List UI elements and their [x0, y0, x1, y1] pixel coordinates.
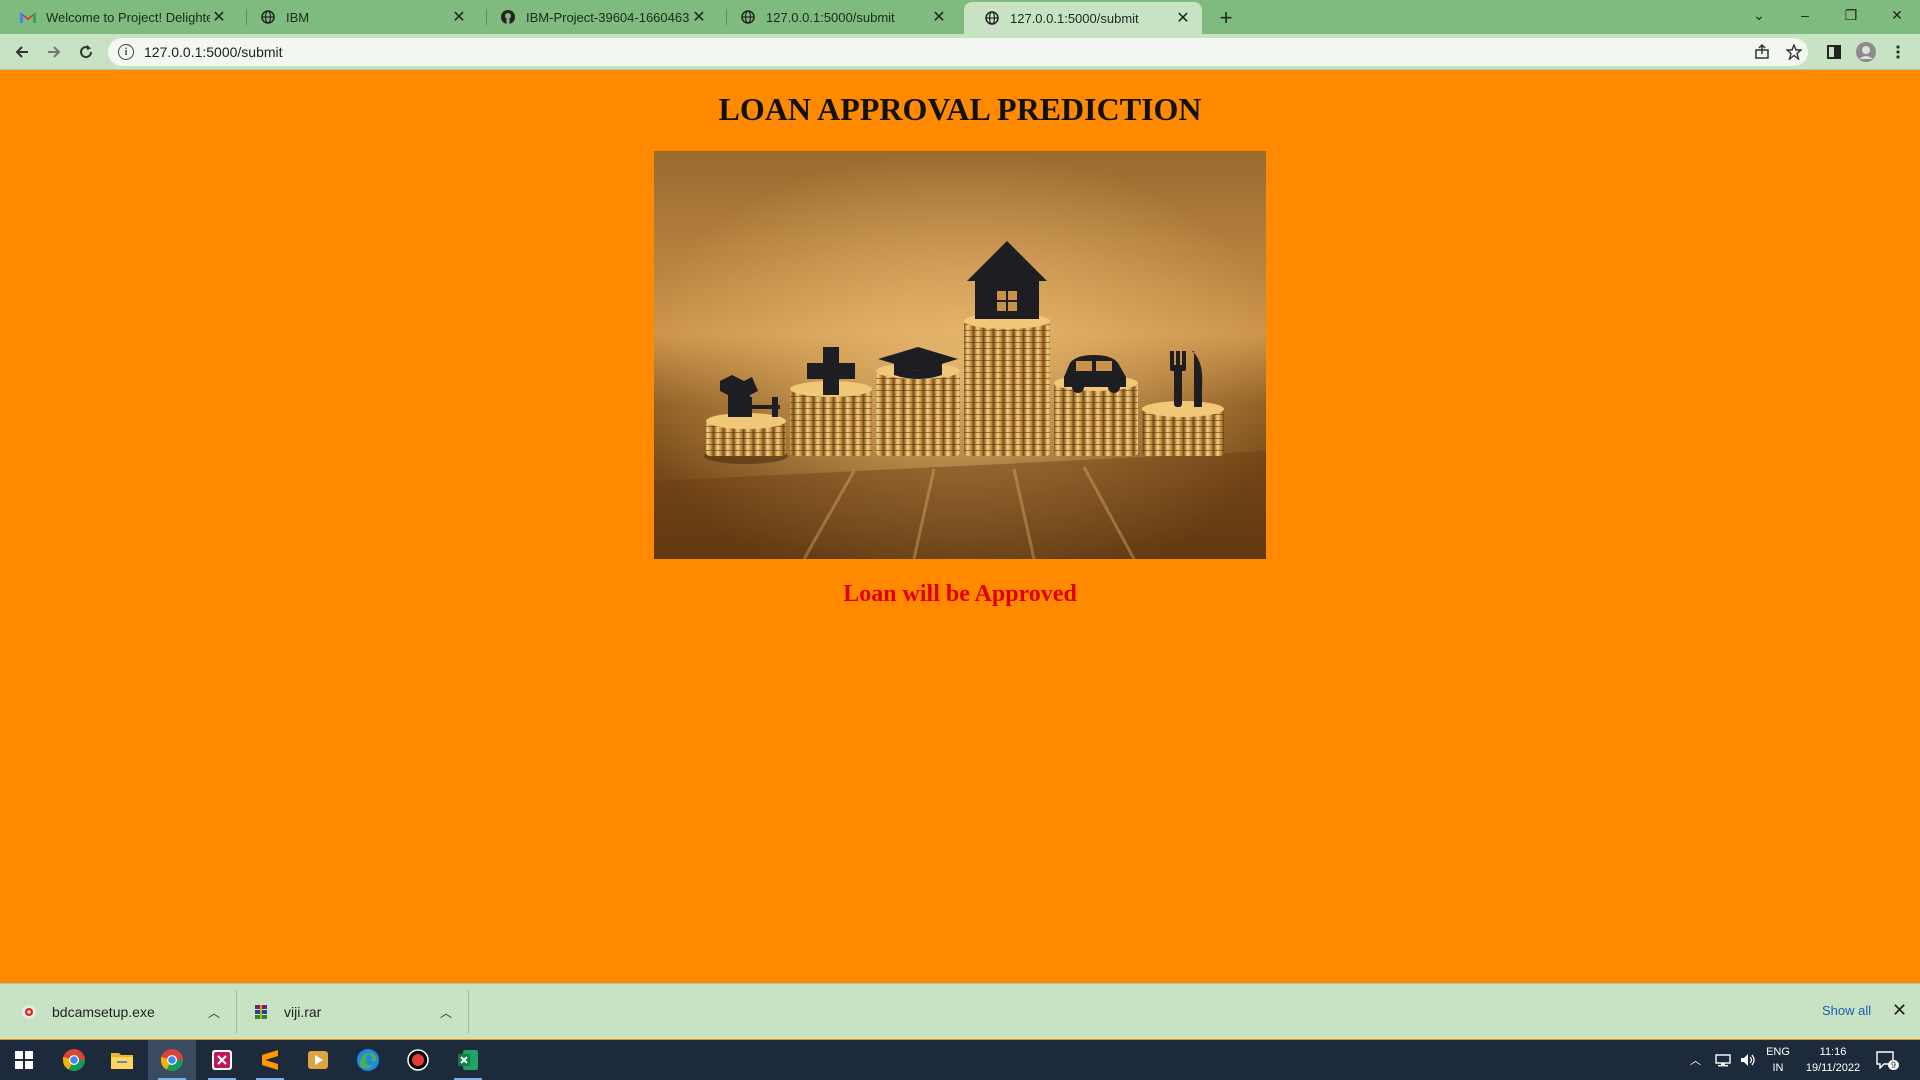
- tab-close-icon[interactable]: ✕: [210, 8, 228, 26]
- start-button[interactable]: [0, 1040, 48, 1080]
- chevron-up-icon[interactable]: ︿: [208, 1004, 220, 1021]
- download-separator: [236, 990, 237, 1034]
- edge-browser-icon[interactable]: [344, 1040, 392, 1080]
- tab-ibm[interactable]: IBM ✕: [240, 0, 478, 34]
- tab-search-icon[interactable]: ⌄: [1736, 0, 1782, 30]
- bandicam-icon: [20, 1003, 38, 1021]
- url-text: 127.0.0.1:5000/submit: [144, 44, 283, 60]
- clock-time: 11:16: [1819, 1046, 1847, 1058]
- loan-hero-image: [654, 151, 1266, 559]
- language-code: ENG: [1766, 1046, 1790, 1058]
- restore-button[interactable]: ❐: [1828, 0, 1874, 30]
- tab-close-icon[interactable]: ✕: [1174, 9, 1192, 27]
- download-filename: viji.rar: [284, 1004, 322, 1020]
- share-icon[interactable]: [1752, 42, 1772, 62]
- download-item[interactable]: viji.rar ︿: [252, 984, 452, 1040]
- region-code: IN: [1772, 1062, 1784, 1074]
- tab-close-icon[interactable]: ✕: [930, 8, 948, 26]
- show-all-downloads-link[interactable]: Show all: [1822, 1003, 1871, 1018]
- globe-icon: [740, 9, 756, 25]
- tray-chevron-icon[interactable]: ︿: [1690, 1040, 1701, 1080]
- download-bar: bdcamsetup.exe ︿ viji.rar ︿ Show all ✕: [0, 983, 1920, 1039]
- bookmark-star-icon[interactable]: [1784, 42, 1804, 62]
- clock-date: 19/11/2022: [1805, 1062, 1861, 1074]
- screen-recorder-icon[interactable]: [394, 1040, 442, 1080]
- chevron-up-icon[interactable]: ︿: [440, 1004, 452, 1021]
- tab-title: IBM-Project-39604-1660463929/: [526, 9, 690, 25]
- notification-center-icon[interactable]: 9: [1876, 1040, 1900, 1080]
- back-arrow-icon: [15, 46, 28, 58]
- prediction-result: Loan will be Approved: [843, 581, 1077, 607]
- tab-strip: Welcome to Project! Delighted to ✕ IBM ✕…: [0, 0, 1920, 34]
- volume-icon[interactable]: [1740, 1040, 1756, 1080]
- tab-submit-active[interactable]: 127.0.0.1:5000/submit ✕: [964, 2, 1202, 34]
- tab-title: 127.0.0.1:5000/submit: [766, 9, 895, 25]
- profile-avatar[interactable]: [1856, 42, 1876, 62]
- tab-title: IBM: [286, 9, 310, 25]
- network-icon[interactable]: [1714, 1040, 1732, 1080]
- browser-toolbar: i 127.0.0.1:5000/submit: [0, 34, 1920, 70]
- tab-gmail[interactable]: Welcome to Project! Delighted to ✕: [0, 0, 238, 34]
- side-panel-icon[interactable]: [1824, 42, 1844, 62]
- tab-submit[interactable]: 127.0.0.1:5000/submit ✕: [720, 0, 958, 34]
- tab-title: 127.0.0.1:5000/submit: [1010, 10, 1139, 26]
- reload-icon: [80, 45, 93, 59]
- sublime-text-icon[interactable]: [246, 1040, 294, 1080]
- close-window-button[interactable]: ✕: [1874, 0, 1920, 30]
- site-info-icon[interactable]: i: [118, 44, 134, 60]
- winrar-icon: [252, 1003, 270, 1021]
- close-download-bar-icon[interactable]: ✕: [1892, 1000, 1907, 1021]
- globe-icon: [984, 10, 1000, 26]
- chrome-taskbar-icon[interactable]: [50, 1040, 98, 1080]
- minimize-button[interactable]: –: [1782, 0, 1828, 30]
- tab-close-icon[interactable]: ✕: [690, 8, 708, 26]
- notification-count: 9: [1888, 1060, 1900, 1070]
- windows-taskbar: ︿ ENG IN 11:16 19/11/2022 9: [0, 1040, 1920, 1080]
- github-icon: [500, 9, 516, 25]
- download-item[interactable]: bdcamsetup.exe ︿: [20, 984, 220, 1040]
- chrome-active-taskbar-icon[interactable]: [148, 1040, 196, 1080]
- forward-button[interactable]: [40, 38, 68, 66]
- address-bar[interactable]: i 127.0.0.1:5000/submit: [108, 38, 1808, 66]
- reload-button[interactable]: [72, 38, 100, 66]
- file-explorer-icon[interactable]: [98, 1040, 146, 1080]
- tab-github[interactable]: IBM-Project-39604-1660463929/ ✕: [480, 0, 718, 34]
- windows-logo-icon: [15, 1051, 33, 1069]
- page-title: LOAN APPROVAL PREDICTION: [718, 91, 1202, 127]
- download-separator: [468, 990, 469, 1034]
- tab-title: Welcome to Project! Delighted to: [46, 9, 210, 25]
- gmail-icon: [20, 9, 36, 25]
- media-player-icon[interactable]: [294, 1040, 342, 1080]
- page-content: LOAN APPROVAL PREDICTION Loan will be Ap…: [0, 71, 1920, 983]
- clock[interactable]: 11:16 19/11/2022: [1798, 1044, 1868, 1076]
- globe-icon: [260, 9, 276, 25]
- new-tab-button[interactable]: +: [1212, 4, 1240, 32]
- menu-kebab-icon[interactable]: [1888, 42, 1908, 62]
- language-indicator[interactable]: ENG IN: [1762, 1044, 1794, 1076]
- back-button[interactable]: [8, 38, 36, 66]
- snipping-tool-icon[interactable]: [198, 1040, 246, 1080]
- download-filename: bdcamsetup.exe: [52, 1004, 155, 1020]
- tab-close-icon[interactable]: ✕: [450, 8, 468, 26]
- excel-icon[interactable]: [444, 1040, 492, 1080]
- forward-arrow-icon: [48, 46, 61, 58]
